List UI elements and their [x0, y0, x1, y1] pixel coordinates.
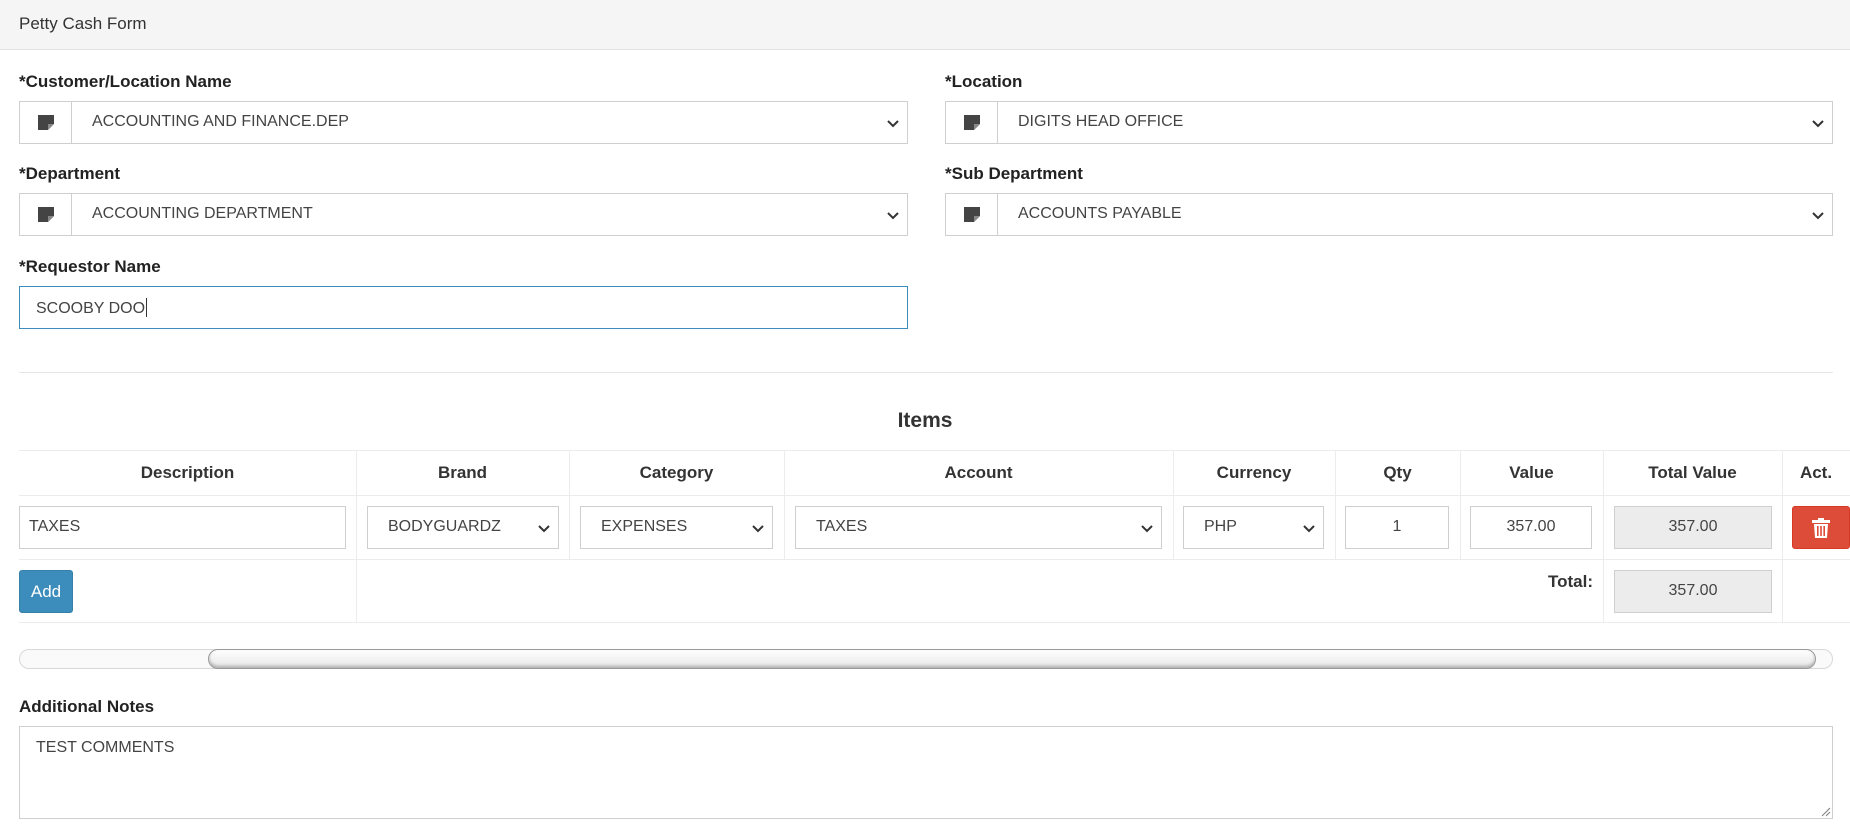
grand-total-value: 357.00 — [1668, 582, 1718, 599]
requestor-input[interactable]: SCOOBY DOO — [19, 286, 908, 329]
customer-select[interactable]: ACCOUNTING AND FINANCE.DEP — [19, 101, 908, 144]
col-header-qty: Qty — [1383, 463, 1412, 482]
account-select[interactable]: TAXES — [795, 506, 1162, 549]
table-border — [19, 622, 1850, 623]
note-icon — [946, 194, 998, 235]
description-input[interactable]: TAXES — [19, 506, 346, 549]
location-select[interactable]: DIGITS HEAD OFFICE — [945, 101, 1833, 144]
text-caret — [146, 298, 148, 317]
col-header-category: Category — [639, 463, 714, 482]
total-label: Total: — [1548, 572, 1594, 591]
note-icon — [946, 102, 998, 143]
chevron-down-icon — [887, 212, 899, 220]
table-border — [19, 495, 1850, 496]
category-value: EXPENSES — [601, 518, 688, 535]
section-divider — [19, 372, 1833, 373]
add-item-button[interactable]: Add — [19, 570, 73, 613]
chevron-down-icon — [1303, 525, 1315, 533]
qty-value: 1 — [1392, 518, 1402, 535]
total-value-field: 357.00 — [1614, 506, 1772, 549]
note-icon — [20, 194, 72, 235]
account-value: TAXES — [816, 518, 868, 535]
horizontal-scrollbar-thumb[interactable] — [208, 649, 1816, 669]
chevron-down-icon — [1812, 120, 1824, 128]
customer-label: *Customer/Location Name — [19, 72, 232, 91]
department-value: ACCOUNTING DEPARTMENT — [92, 205, 313, 222]
note-icon — [20, 102, 72, 143]
notes-value: TEST COMMENTS — [36, 739, 175, 756]
customer-value: ACCOUNTING AND FINANCE.DEP — [92, 113, 349, 130]
items-title: Items — [897, 409, 953, 432]
resize-handle-icon[interactable] — [1819, 805, 1831, 817]
notes-textarea[interactable]: TEST COMMENTS — [19, 726, 1833, 819]
col-header-brand: Brand — [437, 463, 488, 482]
value-value: 357.00 — [1506, 518, 1556, 535]
trash-icon — [1812, 517, 1830, 538]
brand-select[interactable]: BODYGUARDZ — [367, 506, 559, 549]
notes-label: Additional Notes — [19, 697, 155, 716]
col-header-total-value: Total Value — [1648, 463, 1737, 482]
department-select[interactable]: ACCOUNTING DEPARTMENT — [19, 193, 908, 236]
grand-total-field: 357.00 — [1614, 570, 1772, 613]
chevron-down-icon — [1141, 525, 1153, 533]
col-header-action: Act. — [1799, 463, 1833, 482]
location-label: *Location — [945, 72, 1023, 91]
form-title: Petty Cash Form — [19, 14, 147, 33]
chevron-down-icon — [538, 525, 550, 533]
table-border — [19, 559, 1850, 560]
department-label: *Department — [19, 164, 121, 183]
requestor-label: *Requestor Name — [19, 257, 161, 276]
col-header-description: Description — [140, 463, 235, 482]
col-header-value: Value — [1509, 463, 1554, 482]
brand-value: BODYGUARDZ — [388, 518, 501, 535]
delete-row-button[interactable] — [1792, 506, 1850, 549]
chevron-down-icon — [887, 120, 899, 128]
sub-department-label: *Sub Department — [945, 164, 1083, 183]
col-header-account: Account — [944, 463, 1013, 482]
chevron-down-icon — [752, 525, 764, 533]
qty-input[interactable]: 1 — [1345, 506, 1449, 549]
requestor-value: SCOOBY DOO — [36, 300, 146, 317]
table-border — [19, 450, 1850, 451]
chevron-down-icon — [1812, 212, 1824, 220]
col-header-currency: Currency — [1216, 463, 1292, 482]
location-value: DIGITS HEAD OFFICE — [1018, 113, 1184, 130]
category-select[interactable]: EXPENSES — [580, 506, 773, 549]
sub-department-select[interactable]: ACCOUNTS PAYABLE — [945, 193, 1833, 236]
description-value: TAXES — [29, 518, 81, 535]
currency-select[interactable]: PHP — [1183, 506, 1324, 549]
total-value-value: 357.00 — [1668, 518, 1718, 535]
sub-department-value: ACCOUNTS PAYABLE — [1018, 205, 1182, 222]
value-input[interactable]: 357.00 — [1470, 506, 1592, 549]
currency-value: PHP — [1204, 518, 1237, 535]
form-header: Petty Cash Form — [0, 0, 1850, 50]
